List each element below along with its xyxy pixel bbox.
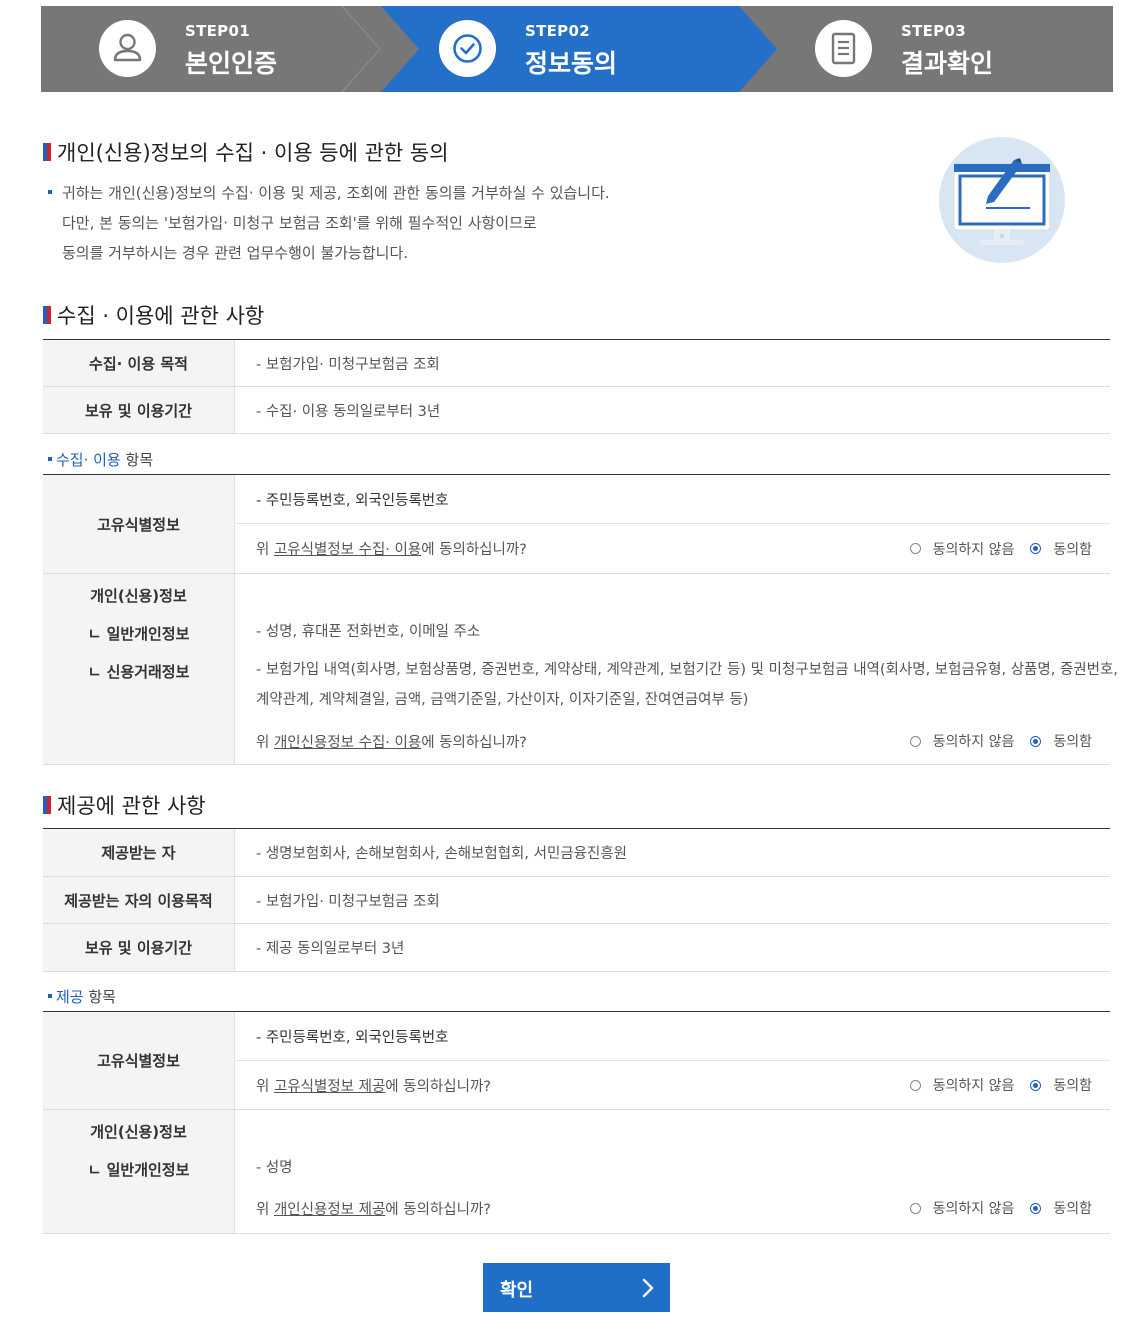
provide-items-title: 제공 항목 bbox=[42, 986, 116, 1007]
provide-items-title-rest: 항목 bbox=[83, 988, 116, 1006]
personal-line-3: 계약관계, 계약체결일, 금액, 금액기준일, 가산이자, 이자기준일, 잔여연… bbox=[256, 692, 749, 708]
collect-section-title: 수집 · 이용에 관한 사항 bbox=[41, 300, 264, 330]
row-label: 고유식별정보 bbox=[43, 475, 235, 573]
radio-agree[interactable]: 동의함 bbox=[1030, 1198, 1092, 1218]
radio-disagree[interactable]: 동의하지 않음 bbox=[909, 1198, 1014, 1218]
consent-radio-group: 동의하지 않음 동의함 bbox=[894, 524, 1092, 573]
row-label: 수집· 이용 목적 bbox=[43, 340, 235, 386]
consent-section-title: 개인(신용)정보의 수집 · 이용 등에 관한 동의 bbox=[41, 137, 449, 167]
bullet-icon bbox=[48, 190, 52, 194]
provide-items-title-blue: 제공 bbox=[56, 988, 84, 1006]
personal-line-1: - 성명 bbox=[256, 1160, 293, 1176]
consent-question-row: 위 개인신용정보 제공에 동의하십니까? 동의하지 않음 동의함 bbox=[235, 1188, 1110, 1228]
confirm-button-label: 확인 bbox=[500, 1280, 534, 1301]
personal-info-label: 개인(신용)정보 bbox=[90, 587, 187, 605]
consent-line-2: 다만, 본 동의는 '보험가입· 미청구 보험금 조회'를 위해 필수적인 사항… bbox=[62, 214, 537, 232]
bullet-icon bbox=[48, 994, 52, 998]
step-2: STEP02 정보동의 bbox=[381, 6, 781, 92]
step-2-name: 정보동의 bbox=[525, 49, 618, 78]
unique-info-value: - 주민등록번호, 외국인등록번호 bbox=[256, 492, 449, 509]
consent-radio-group: 동의하지 않음 동의함 bbox=[894, 721, 1092, 761]
general-info-label: ㄴ 일반개인정보 bbox=[87, 1161, 190, 1179]
chevron-right-icon bbox=[642, 1278, 654, 1298]
table-row: 수집· 이용 목적 - 보험가입· 미청구보험금 조회 bbox=[43, 340, 1110, 387]
table-row: 보유 및 이용기간 - 수집· 이용 동의일로부터 3년 bbox=[43, 387, 1110, 434]
provide-items-table: 고유식별정보 - 주민등록번호, 외국인등록번호 위 고유식별정보 제공에 동의… bbox=[43, 1011, 1110, 1234]
consent-question: 위 개인신용정보 수집· 이용에 동의하십니까? bbox=[256, 734, 527, 751]
radio-disagree[interactable]: 동의하지 않음 bbox=[909, 731, 1014, 751]
table-row: 개인(신용)정보 ㄴ 일반개인정보 ㄴ 신용거래정보 - 성명, 휴대폰 전화번… bbox=[43, 574, 1118, 765]
row-label: 제공받는 자 bbox=[43, 829, 235, 876]
row-label: 보유 및 이용기간 bbox=[43, 924, 235, 971]
step-progress-bar: STEP01 본인인증 STEP02 정보동의 STEP03 결과확인 bbox=[41, 6, 1113, 92]
row-value: - 생명보험회사, 손해보험회사, 손해보험협회, 서민금융진흥원 bbox=[256, 846, 627, 862]
consent-question-link[interactable]: 고유식별정보 수집· 이용 bbox=[274, 542, 421, 558]
row-value: - 제공 동의일로부터 3년 bbox=[256, 941, 405, 957]
provide-info-table: 제공받는 자 - 생명보험회사, 손해보험회사, 손해보험협회, 서민금융진흥원… bbox=[43, 828, 1110, 972]
personal-line-1: - 성명, 휴대폰 전화번호, 이메일 주소 bbox=[256, 624, 481, 640]
row-value: - 보험가입· 미청구보험금 조회 bbox=[256, 356, 440, 373]
radio-disagree[interactable]: 동의하지 않음 bbox=[909, 539, 1014, 559]
radio-agree[interactable]: 동의함 bbox=[1030, 1075, 1092, 1095]
collect-items-table: 고유식별정보 - 주민등록번호, 외국인등록번호 위 고유식별정보 수집· 이용… bbox=[43, 474, 1118, 765]
table-row: 제공받는 자의 이용목적 - 보험가입· 미청구보험금 조회 bbox=[43, 877, 1110, 924]
consent-question-link[interactable]: 고유식별정보 제공 bbox=[274, 1079, 385, 1095]
table-row: 고유식별정보 - 주민등록번호, 외국인등록번호 위 고유식별정보 수집· 이용… bbox=[43, 475, 1110, 574]
step-2-number: STEP02 bbox=[525, 22, 590, 40]
consent-intro: 귀하는 개인(신용)정보의 수집· 이용 및 제공, 조회에 관한 동의를 거부… bbox=[48, 178, 610, 268]
consent-line-1: 귀하는 개인(신용)정보의 수집· 이용 및 제공, 조회에 관한 동의를 거부… bbox=[62, 184, 610, 202]
table-row: 고유식별정보 - 주민등록번호, 외국인등록번호 위 고유식별정보 제공에 동의… bbox=[43, 1012, 1110, 1110]
consent-question-link[interactable]: 개인신용정보 제공 bbox=[274, 1202, 385, 1218]
collect-info-table: 수집· 이용 목적 - 보험가입· 미청구보험금 조회 보유 및 이용기간 - … bbox=[43, 339, 1110, 434]
row-label: 제공받는 자의 이용목적 bbox=[43, 877, 235, 923]
row-value: - 보험가입· 미청구보험금 조회 bbox=[256, 893, 440, 910]
row-value: - 성명, 휴대폰 전화번호, 이메일 주소 - 보험가입 내역(회사명, 보험… bbox=[235, 617, 1118, 715]
row-label: 개인(신용)정보 ㄴ 일반개인정보 bbox=[43, 1110, 235, 1233]
consent-question: 위 고유식별정보 제공에 동의하십니까? bbox=[256, 1078, 491, 1095]
radio-agree[interactable]: 동의함 bbox=[1030, 539, 1092, 559]
table-row: 제공받는 자 - 생명보험회사, 손해보험회사, 손해보험협회, 서민금융진흥원 bbox=[43, 829, 1110, 877]
step-3: STEP03 결과확인 bbox=[757, 6, 1113, 92]
row-value: - 주민등록번호, 외국인등록번호 bbox=[235, 475, 1110, 524]
consent-radio-group: 동의하지 않음 동의함 bbox=[894, 1061, 1092, 1109]
collect-items-title-rest: 항목 bbox=[120, 451, 154, 469]
table-row: 개인(신용)정보 ㄴ 일반개인정보 - 성명 위 개인신용정보 제공에 동의하십… bbox=[43, 1110, 1110, 1234]
row-value: - 수집· 이용 동의일로부터 3년 bbox=[256, 403, 441, 420]
document-icon bbox=[815, 20, 872, 77]
consent-question-row: 위 고유식별정보 수집· 이용에 동의하십니까? 동의하지 않음 동의함 bbox=[235, 524, 1110, 573]
step-1-name: 본인인증 bbox=[185, 49, 278, 78]
step-1: STEP01 본인인증 bbox=[41, 6, 401, 92]
monitor-pen-illustration bbox=[939, 137, 1065, 263]
step-3-number: STEP03 bbox=[901, 22, 966, 40]
radio-disagree[interactable]: 동의하지 않음 bbox=[909, 1075, 1014, 1095]
consent-question-link[interactable]: 개인신용정보 수집· 이용 bbox=[274, 735, 421, 751]
consent-line-3: 동의를 거부하시는 경우 관련 업무수행이 불가능합니다. bbox=[62, 244, 409, 262]
row-value: - 주민등록번호, 외국인등록번호 bbox=[235, 1012, 1110, 1061]
confirm-button[interactable]: 확인 bbox=[483, 1263, 670, 1312]
step-1-number: STEP01 bbox=[185, 22, 250, 40]
general-info-label: ㄴ 일반개인정보 bbox=[87, 625, 190, 643]
row-label: 고유식별정보 bbox=[43, 1012, 235, 1109]
user-icon bbox=[99, 20, 156, 77]
step-3-name: 결과확인 bbox=[901, 49, 994, 78]
table-row: 보유 및 이용기간 - 제공 동의일로부터 3년 bbox=[43, 924, 1110, 972]
consent-question: 위 개인신용정보 제공에 동의하십니까? bbox=[256, 1201, 491, 1218]
row-label: 개인(신용)정보 ㄴ 일반개인정보 ㄴ 신용거래정보 bbox=[43, 574, 235, 764]
collect-items-title: 수집· 이용 항목 bbox=[42, 449, 153, 470]
provide-section-title: 제공에 관한 사항 bbox=[41, 790, 206, 820]
unique-info-value: - 주민등록번호, 외국인등록번호 bbox=[256, 1029, 449, 1046]
consent-question: 위 고유식별정보 수집· 이용에 동의하십니까? bbox=[256, 542, 527, 558]
credit-info-label: ㄴ 신용거래정보 bbox=[87, 663, 190, 681]
bullet-icon bbox=[48, 457, 52, 461]
collect-items-title-blue: 수집· 이용 bbox=[56, 451, 121, 469]
personal-info-label: 개인(신용)정보 bbox=[90, 1123, 187, 1141]
consent-question-row: 위 개인신용정보 수집· 이용에 동의하십니까? 동의하지 않음 동의함 bbox=[235, 721, 1110, 761]
personal-line-2: - 보험가입 내역(회사명, 보험상품명, 증권번호, 계약상태, 계약관계, … bbox=[256, 662, 1118, 678]
consent-radio-group: 동의하지 않음 동의함 bbox=[894, 1188, 1092, 1228]
radio-agree[interactable]: 동의함 bbox=[1030, 731, 1092, 751]
consent-question-row: 위 고유식별정보 제공에 동의하십니까? 동의하지 않음 동의함 bbox=[235, 1061, 1110, 1109]
row-value: - 성명 bbox=[235, 1153, 293, 1183]
check-circle-icon bbox=[439, 20, 496, 77]
row-label: 보유 및 이용기간 bbox=[43, 387, 235, 433]
